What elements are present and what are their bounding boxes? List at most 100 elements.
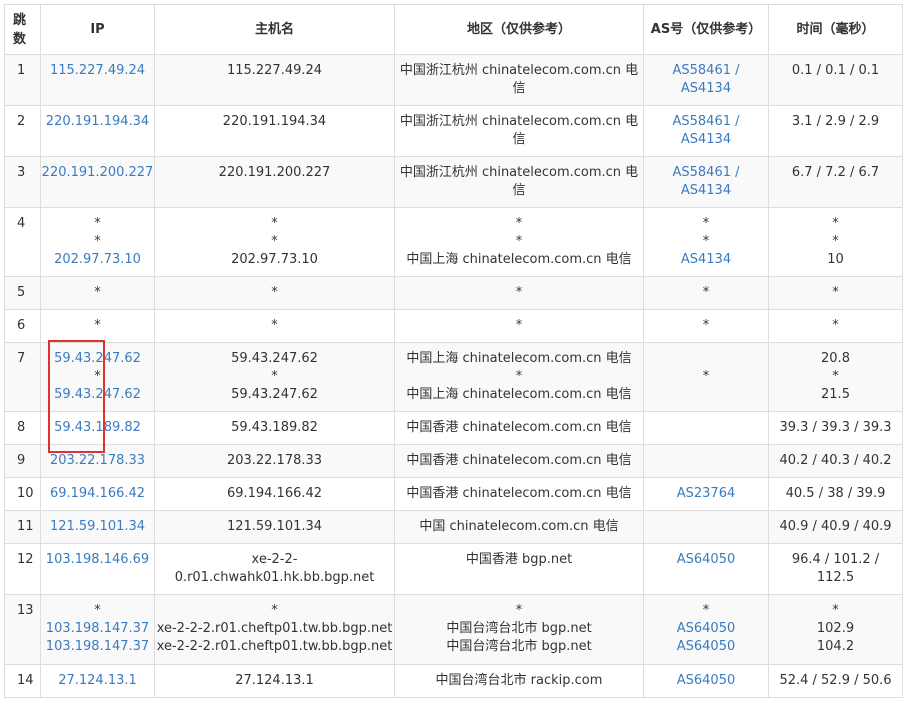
as-link[interactable]: AS58461 / [644,62,768,80]
ip-link[interactable]: 103.198.147.37 [41,638,154,656]
hop-cell: 7 [4,342,41,412]
as-link[interactable]: AS58461 / [644,113,768,131]
table-row: 6 * * * * * [4,309,903,343]
hop-cell: 4 [4,207,41,277]
time-text: 52.4 / 52.9 / 50.6 [779,673,892,688]
time-text: 20.8 [821,351,850,366]
ip-link[interactable]: 220.191.200.227 [41,164,154,182]
ip-link[interactable]: 103.198.146.69 [41,551,154,569]
table-row: 13 * 103.198.147.37 103.198.147.37 * xe-2-2-2… [4,594,903,665]
host-text: 220.191.200.227 [218,165,331,180]
host-text: 59.43.247.62 [231,351,318,366]
as-link[interactable]: AS4134 [644,182,768,200]
time-text: 102.9 [816,621,855,636]
region-text: 中国香港 bgp.net [465,552,573,567]
ip-link[interactable]: 220.191.194.34 [41,113,154,131]
host-cell: 59.43.189.82 [154,411,395,445]
region-text: 中国香港 chinatelecom.com.cn 电信 [406,453,632,468]
table-row: 3 220.191.200.227 220.191.200.227 中国浙江杭州 ch… [4,156,903,208]
ip-link[interactable]: 202.97.73.10 [41,251,154,269]
region-cell: * [394,309,644,343]
region-text: 中国浙江杭州 chinatelecom.com.cn 电 [399,63,639,78]
time-text: 112.5 [816,570,855,585]
region-cell: * * 中国上海 chinatelecom.com.cn 电信 [394,207,644,277]
as-cell [643,444,769,478]
ip-cell: 203.22.178.33 [40,444,155,478]
as-link[interactable]: AS58461 / [644,164,768,182]
as-text: * [702,318,710,333]
ip-link[interactable]: 103.198.147.37 [41,620,154,638]
host-cell: 203.22.178.33 [154,444,395,478]
hop-cell: 13 [4,594,41,665]
host-text: 202.97.73.10 [231,252,318,267]
header-time: 时间（毫秒） [768,4,903,55]
header-hop: 跳数 [4,4,41,55]
as-link[interactable]: AS64050 [644,638,768,656]
ip-link[interactable]: 59.43.247.62 [41,386,154,404]
as-link[interactable]: AS4134 [644,251,768,269]
as-cell: * [643,276,769,310]
time-cell: * * 10 [768,207,903,277]
time-text: 40.5 / 38 / 39.9 [785,486,886,501]
ip-link[interactable]: 69.194.166.42 [41,485,154,503]
hop-cell: 1 [4,54,41,106]
time-text: * [832,285,839,300]
as-cell: * AS64050 AS64050 [643,594,769,665]
ip-cell: * 103.198.147.37 103.198.147.37 [40,594,155,665]
as-text [644,518,768,536]
ip-link[interactable]: 27.124.13.1 [41,672,154,690]
as-cell: AS58461 /AS4134 [643,156,769,208]
as-link[interactable]: AS64050 [644,620,768,638]
ip-link[interactable]: 121.59.101.34 [41,518,154,536]
host-text: 0.r01.chwahk01.hk.bb.bgp.net [174,570,375,585]
as-link[interactable]: AS64050 [644,672,768,690]
region-text: 中国上海 chinatelecom.com.cn 电信 [406,387,632,402]
time-cell: * 102.9 104.2 [768,594,903,665]
hop-cell: 9 [4,444,41,478]
header-host: 主机名 [154,4,395,55]
traceroute-table: 跳数 IP 主机名 地区（仅供参考） AS号（仅供参考） 时间（毫秒） 1 115… [4,4,903,698]
as-link[interactable]: AS64050 [644,551,768,569]
ip-link[interactable]: 115.227.49.24 [41,62,154,80]
host-text: * [271,285,278,300]
region-cell: 中国浙江杭州 chinatelecom.com.cn 电信 [394,105,644,157]
time-cell: 40.5 / 38 / 39.9 [768,477,903,511]
hop-cell: 6 [4,309,41,343]
table-row: 8 59.43.189.82 59.43.189.82 中国香港 chinatelec… [4,411,903,445]
region-text: 中国台湾台北市 bgp.net [446,621,592,636]
region-cell: 中国上海 chinatelecom.com.cn 电信 * 中国上海 chinate… [394,342,644,412]
region-text: 中国上海 chinatelecom.com.cn 电信 [406,252,632,267]
host-text: * [271,216,278,231]
region-text: * [515,369,523,384]
host-cell: * [154,309,395,343]
hop-cell: 10 [4,477,41,511]
ip-text: * [94,285,101,300]
table-row: 9 203.22.178.33 203.22.178.33 中国香港 chinatel… [4,444,903,478]
as-text [644,419,768,437]
as-link[interactable]: AS4134 [644,80,768,98]
header-ip: IP [40,4,155,55]
region-text: * [515,234,523,249]
ip-cell: 59.43.189.82 [40,411,155,445]
hop-cell: 5 [4,276,41,310]
ip-link[interactable]: 59.43.189.82 [41,419,154,437]
region-cell: 中国香港 chinatelecom.com.cn 电信 [394,477,644,511]
time-cell: * [768,276,903,310]
ip-link[interactable]: 203.22.178.33 [41,452,154,470]
time-cell: 40.2 / 40.3 / 40.2 [768,444,903,478]
time-text: * [832,318,839,333]
as-cell: AS64050 [643,664,769,698]
as-link[interactable]: AS4134 [644,131,768,149]
time-cell: 96.4 / 101.2 / 112.5 [768,543,903,595]
region-cell: * [394,276,644,310]
as-text [644,350,768,368]
ip-link[interactable]: 59.43.247.62 [41,350,154,368]
as-cell: AS23764 [643,477,769,511]
table-row: 2 220.191.194.34 220.191.194.34 中国浙江杭州 chin… [4,105,903,157]
host-cell: 121.59.101.34 [154,510,395,544]
table-row: 11 121.59.101.34 121.59.101.34 中国 chinatele… [4,510,903,544]
host-text: * [271,234,278,249]
as-link[interactable]: AS23764 [644,485,768,503]
host-text: 121.59.101.34 [226,519,323,534]
host-text: xe-2-2-2.r01.cheftp01.tw.bb.bgp.net [156,621,393,636]
